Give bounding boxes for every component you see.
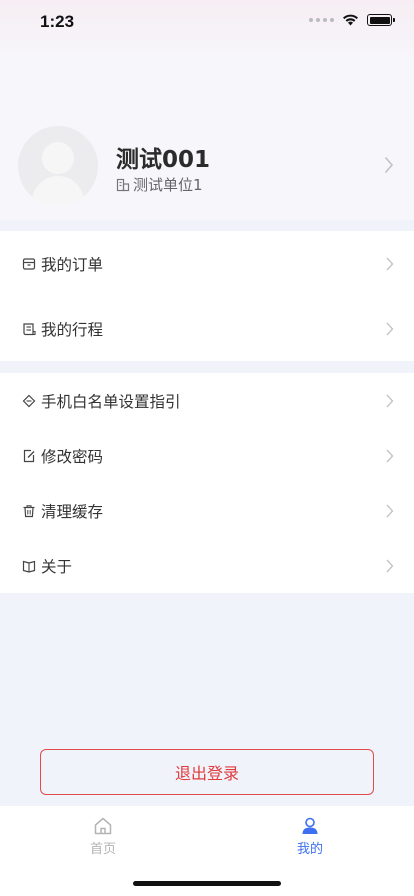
user-name: 测试001 [116, 147, 211, 173]
menu-item-label: 修改密码 [41, 447, 104, 466]
home-indicator [133, 881, 281, 886]
trash-icon [23, 504, 35, 517]
chevron-right-icon [386, 449, 394, 462]
user-organization-label: 测试单位1 [133, 176, 203, 194]
menu-item-label: 关于 [41, 557, 73, 576]
menu-item-label: 手机白名单设置指引 [41, 392, 181, 411]
menu-item-change-password[interactable]: 修改密码 [0, 428, 414, 483]
menu-item-whitelist-guide[interactable]: 手机白名单设置指引 [0, 373, 414, 428]
avatar[interactable] [18, 126, 98, 206]
menu-item-my-orders[interactable]: 我的订单 [0, 231, 414, 296]
menu-section-settings: 手机白名单设置指引 修改密码 清理缓存 关于 [0, 373, 414, 593]
menu-item-label: 清理缓存 [41, 502, 104, 521]
chevron-right-icon [384, 156, 394, 174]
tab-label: 我的 [296, 842, 323, 857]
chevron-right-icon [386, 394, 394, 407]
menu-item-about[interactable]: 关于 [0, 538, 414, 593]
box-icon [22, 257, 36, 270]
status-bar: 1:23 [0, 0, 414, 44]
chevron-right-icon [386, 559, 394, 572]
chevron-right-icon [386, 322, 394, 335]
tab-label: 首页 [89, 842, 116, 857]
tag-icon [22, 394, 36, 407]
menu-item-label: 我的订单 [41, 255, 104, 274]
menu-item-label: 我的行程 [41, 320, 104, 339]
chevron-right-icon [386, 504, 394, 517]
tab-mine[interactable]: 我的 [270, 816, 350, 857]
home-icon [94, 817, 112, 835]
battery-icon [367, 14, 395, 26]
status-time: 1:23 [40, 12, 75, 31]
menu-item-my-itinerary[interactable]: 我的行程 [0, 296, 414, 361]
edit-icon [23, 449, 35, 462]
status-icons [309, 14, 395, 26]
user-icon [302, 817, 318, 834]
menu-section-orders: 我的订单 我的行程 [0, 231, 414, 361]
logout-button[interactable]: 退出登录 [40, 749, 374, 795]
building-icon [116, 178, 130, 191]
user-organization: 测试单位1 [116, 174, 203, 195]
wifi-icon [343, 14, 358, 26]
itinerary-icon [23, 322, 36, 335]
cellular-signal-icon [309, 18, 334, 22]
chevron-right-icon [386, 257, 394, 270]
book-icon [22, 560, 36, 573]
tab-home[interactable]: 首页 [63, 816, 143, 857]
menu-item-clear-cache[interactable]: 清理缓存 [0, 483, 414, 538]
profile-card[interactable]: 测试001 测试单位1 [0, 118, 414, 214]
